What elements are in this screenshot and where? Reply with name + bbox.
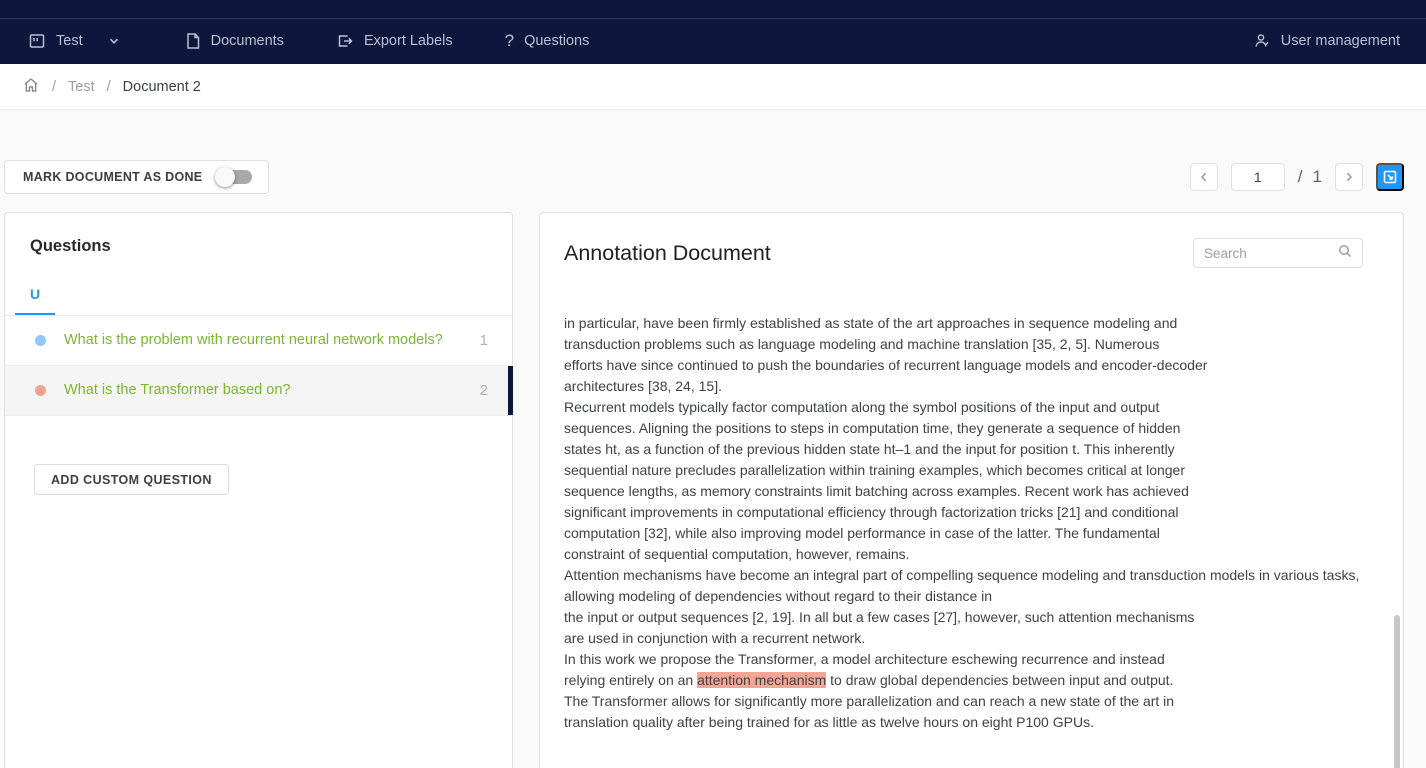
annotation-document-title: Annotation Document	[564, 241, 771, 266]
text-segment: computation [32], while also improving m…	[564, 525, 1160, 541]
toggle-thumb	[215, 167, 235, 187]
text-segment: the input or output sequences [2, 19]. I…	[564, 609, 1194, 625]
document-line: the input or output sequences [2, 19]. I…	[564, 607, 1379, 628]
top-navbar: Test Documents	[0, 0, 1426, 64]
document-line: In this work we propose the Transformer,…	[564, 649, 1379, 670]
text-segment: The Transformer allows for significantly…	[564, 693, 1174, 709]
question-number: 2	[480, 382, 488, 399]
page-separator: /	[1298, 167, 1303, 187]
text-segment: transduction problems such as language m…	[564, 336, 1159, 352]
document-toolbar: MARK DOCUMENT AS DONE / 1	[4, 160, 1404, 194]
home-icon[interactable]	[22, 76, 40, 98]
question-mark-icon: ?	[505, 31, 514, 51]
nav-item-documents[interactable]: Documents	[185, 32, 284, 50]
document-line: constraint of sequential computation, ho…	[564, 544, 1379, 565]
text-segment: sequence lengths, as memory constraints …	[564, 483, 1189, 499]
document-icon	[185, 32, 201, 50]
document-line: allowing modeling of dependencies withou…	[564, 586, 1379, 607]
questions-panel: Questions U What is the problem with rec…	[4, 212, 513, 768]
text-segment: relying entirely on an	[564, 672, 697, 688]
mark-done-card: MARK DOCUMENT AS DONE	[4, 160, 269, 194]
question-row-1[interactable]: What is the problem with recurrent neura…	[5, 316, 512, 366]
text-segment: states ht, as a function of the previous…	[564, 441, 1175, 457]
mark-done-toggle[interactable]	[218, 170, 252, 184]
main-content: Questions U What is the problem with rec…	[4, 212, 1404, 768]
questions-tabs: U	[5, 286, 512, 316]
document-line: transduction problems such as language m…	[564, 334, 1379, 355]
text-segment: in particular, have been firmly establis…	[564, 315, 1177, 331]
nav-item-label: Export Labels	[364, 33, 453, 49]
text-segment: allowing modeling of dependencies withou…	[564, 588, 992, 604]
project-board-icon	[28, 32, 46, 50]
document-line: are used in conjunction with a recurrent…	[564, 628, 1379, 649]
chevron-down-icon	[107, 34, 121, 48]
question-row-2[interactable]: What is the Transformer based on? 2	[5, 366, 512, 416]
nav-item-user-management[interactable]: User management	[1253, 32, 1400, 50]
document-line: Recurrent models typically factor comput…	[564, 397, 1379, 418]
search-icon	[1337, 243, 1353, 264]
user-icon	[1253, 32, 1271, 50]
annotation-highlight[interactable]: attention mechanism	[697, 672, 826, 688]
text-segment: constraint of sequential computation, ho…	[564, 546, 910, 562]
vertical-scrollbar-thumb[interactable]	[1394, 615, 1400, 768]
document-line: sequence lengths, as memory constraints …	[564, 481, 1379, 502]
page-total: 1	[1313, 167, 1322, 187]
selection-tool-button[interactable]	[1376, 163, 1404, 191]
text-segment: architectures [38, 24, 15].	[564, 378, 722, 394]
document-line: Attention mechanisms have become an inte…	[564, 565, 1379, 586]
breadcrumb-item-current: Document 2	[123, 79, 201, 95]
question-color-dot	[35, 335, 46, 346]
text-segment: to draw global dependencies between inpu…	[826, 672, 1173, 688]
document-line: translation quality after being trained …	[564, 712, 1379, 733]
text-segment: In this work we propose the Transformer,…	[564, 651, 1165, 667]
document-line: architectures [38, 24, 15].	[564, 376, 1379, 397]
document-line: sequential nature precludes parallelizat…	[564, 460, 1379, 481]
breadcrumb-separator: /	[107, 79, 111, 95]
project-switcher[interactable]: Test	[28, 32, 121, 50]
text-segment: Attention mechanisms have become an inte…	[564, 567, 1359, 583]
page-number-input[interactable]	[1231, 163, 1285, 191]
document-line: in particular, have been firmly establis…	[564, 313, 1379, 334]
pagination: / 1	[1190, 163, 1404, 191]
nav-item-label: User management	[1281, 33, 1400, 49]
question-text: What is the problem with recurrent neura…	[64, 330, 456, 351]
text-segment: significant improvements in computationa…	[564, 504, 1179, 520]
add-custom-question-button[interactable]: ADD CUSTOM QUESTION	[34, 464, 229, 495]
breadcrumb-separator: /	[52, 79, 56, 95]
mark-done-label: MARK DOCUMENT AS DONE	[23, 170, 202, 184]
text-segment: sequences. Aligning the positions to ste…	[564, 420, 1180, 436]
nav-item-label: Documents	[211, 33, 284, 49]
text-segment: are used in conjunction with a recurrent…	[564, 630, 865, 646]
project-label: Test	[56, 33, 83, 49]
export-icon	[336, 32, 354, 50]
nav-item-label: Questions	[524, 33, 589, 49]
breadcrumb: / Test / Document 2	[0, 64, 1426, 110]
text-segment: translation quality after being trained …	[564, 714, 1094, 730]
text-segment: efforts have since continued to push the…	[564, 357, 1207, 373]
nav-item-questions[interactable]: ? Questions	[505, 31, 590, 51]
search-box[interactable]	[1193, 238, 1363, 268]
nav-item-export-labels[interactable]: Export Labels	[336, 32, 453, 50]
tab-u[interactable]: U	[15, 286, 55, 315]
selected-row-indicator	[508, 366, 513, 415]
question-color-dot	[35, 385, 46, 396]
next-page-button[interactable]	[1335, 163, 1363, 191]
text-segment: sequential nature precludes parallelizat…	[564, 462, 1185, 478]
document-line: sequences. Aligning the positions to ste…	[564, 418, 1379, 439]
document-line: computation [32], while also improving m…	[564, 523, 1379, 544]
search-input[interactable]	[1204, 246, 1337, 261]
previous-page-button[interactable]	[1190, 163, 1218, 191]
text-segment: Recurrent models typically factor comput…	[564, 399, 1159, 415]
annotation-document-panel: Annotation Document in particular, have …	[539, 212, 1404, 768]
questions-panel-title: Questions	[30, 237, 512, 256]
document-line: significant improvements in computationa…	[564, 502, 1379, 523]
document-line: relying entirely on an attention mechani…	[564, 670, 1379, 691]
question-text: What is the Transformer based on?	[64, 380, 456, 401]
document-line: states ht, as a function of the previous…	[564, 439, 1379, 460]
document-line: The Transformer allows for significantly…	[564, 691, 1379, 712]
question-number: 1	[480, 332, 488, 349]
document-line: efforts have since continued to push the…	[564, 355, 1379, 376]
breadcrumb-item-test[interactable]: Test	[68, 79, 95, 95]
document-text[interactable]: in particular, have been firmly establis…	[564, 313, 1379, 733]
